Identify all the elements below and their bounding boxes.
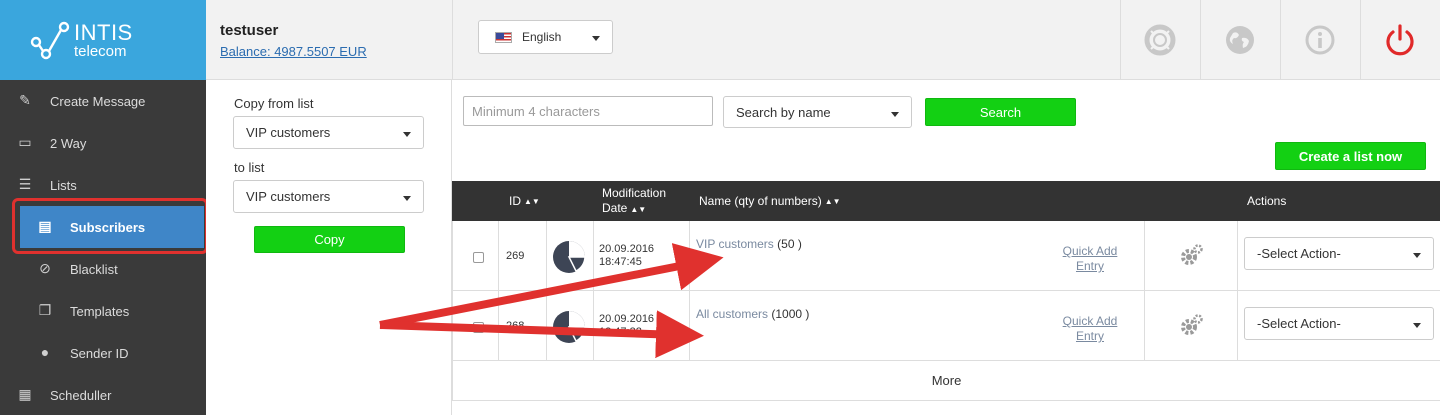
- row-action-select[interactable]: -Select Action-: [1244, 307, 1434, 340]
- inbox-icon: ▭: [18, 134, 32, 150]
- language-select[interactable]: English: [478, 20, 613, 54]
- row-time: 18:47:32: [599, 326, 642, 338]
- logo-mark-icon: [30, 21, 70, 60]
- sort-icon: ▲▼: [524, 196, 540, 206]
- copy-button[interactable]: Copy: [254, 226, 405, 253]
- chevron-down-icon: [403, 196, 411, 201]
- chevron-down-icon: [592, 36, 600, 41]
- column-header-actions: Actions: [1247, 194, 1287, 208]
- quick-add-entry-link[interactable]: Quick Add Entry: [1060, 314, 1120, 344]
- more-button[interactable]: More: [452, 361, 1440, 401]
- balance-link[interactable]: Balance: 4987.5507 EUR: [220, 44, 367, 59]
- pie-chart-icon[interactable]: [552, 240, 586, 274]
- copy-icon: ❐: [38, 302, 52, 318]
- logo-text-telecom: telecom: [74, 42, 127, 60]
- row-date: 20.09.2016: [599, 313, 655, 325]
- sort-icon: ▲▼: [630, 204, 647, 214]
- calendar-icon: ▦: [18, 386, 32, 402]
- lists-table: ID ▲▼ Modification Date ▲▼ Name (qty of nu…: [452, 181, 1440, 401]
- row-action-select[interactable]: -Select Action-: [1244, 237, 1434, 270]
- globe-icon: [1226, 26, 1254, 54]
- column-header-modification-date[interactable]: Modification Date ▲▼: [602, 181, 666, 221]
- sidebar-item-sender-id[interactable]: ● Sender ID: [0, 332, 206, 374]
- search-button[interactable]: Search: [925, 98, 1076, 126]
- to-list-label: to list: [234, 160, 265, 175]
- gear-icon[interactable]: [1179, 313, 1203, 337]
- column-header-id[interactable]: ID ▲▼: [509, 181, 540, 221]
- info-button[interactable]: [1280, 0, 1360, 80]
- sidebar-item-2-way[interactable]: ▭ 2 Way: [0, 122, 206, 164]
- row-id: 269: [506, 250, 525, 262]
- logo[interactable]: INTIS telecom: [0, 0, 206, 80]
- create-list-button[interactable]: Create a list now: [1275, 142, 1426, 170]
- row-time: 18:47:45: [599, 256, 642, 268]
- search-input[interactable]: Minimum 4 characters: [463, 96, 713, 126]
- info-icon: [1305, 25, 1335, 55]
- list-icon: ☰: [18, 176, 32, 192]
- sidebar-item-blacklist[interactable]: ⊘ Blacklist: [0, 248, 206, 290]
- row-date: 20.09.2016: [599, 243, 655, 255]
- chevron-down-icon: [403, 132, 411, 137]
- list-qty: (50 ): [777, 237, 802, 251]
- list-name-link[interactable]: VIP customers: [696, 237, 774, 251]
- top-bar: testuser Balance: 4987.5507 EUR English: [206, 0, 1440, 80]
- copy-panel: Copy from list VIP customers to list VIP…: [206, 80, 452, 415]
- logout-button[interactable]: [1360, 0, 1440, 80]
- language-value: English: [522, 30, 562, 44]
- table-header: ID ▲▼ Modification Date ▲▼ Name (qty of nu…: [452, 181, 1440, 221]
- chevron-down-icon: [1413, 253, 1421, 258]
- sidebar-item-templates[interactable]: ❐ Templates: [0, 290, 206, 332]
- column-header-name[interactable]: Name (qty of numbers) ▲▼: [699, 181, 841, 221]
- copy-to-select[interactable]: VIP customers: [233, 180, 424, 213]
- subscribers-highlight-annotation: [12, 198, 208, 254]
- main-content: Minimum 4 characters Search by name Sear…: [452, 80, 1440, 415]
- us-flag-icon: [495, 31, 512, 43]
- lifebuoy-icon: [1144, 24, 1176, 56]
- support-button[interactable]: [1120, 0, 1200, 80]
- pencil-icon: ✎: [19, 92, 31, 108]
- app-root: INTIS telecom testuser Balance: 4987.550…: [0, 0, 1440, 415]
- row-id: 268: [506, 320, 525, 332]
- table-row: 269 20.09.2016 18:47:45 VIP customers (5…: [452, 221, 1440, 291]
- table-row: 268 20.09.2016 18:47:32 All customers (1…: [452, 291, 1440, 361]
- copy-from-label: Copy from list: [234, 96, 314, 111]
- gear-icon[interactable]: [1179, 243, 1203, 267]
- divider: [452, 0, 453, 80]
- list-name-link[interactable]: All customers: [696, 307, 768, 321]
- power-icon: [1386, 24, 1414, 56]
- logo-text-intis: INTIS: [74, 19, 133, 45]
- chevron-down-icon: [1413, 323, 1421, 328]
- username: testuser: [220, 22, 279, 39]
- search-mode-select[interactable]: Search by name: [723, 96, 912, 128]
- user-info: testuser Balance: 4987.5507 EUR: [220, 22, 367, 59]
- ban-icon: ⊘: [39, 260, 51, 276]
- sidebar-item-create-message[interactable]: ✎ Create Message: [0, 80, 206, 122]
- sort-icon: ▲▼: [824, 196, 841, 206]
- row-checkbox[interactable]: [473, 322, 484, 333]
- row-checkbox[interactable]: [473, 252, 484, 263]
- user-icon: ●: [40, 344, 50, 360]
- chevron-down-icon: [891, 112, 899, 117]
- quick-add-entry-link[interactable]: Quick Add Entry: [1060, 244, 1120, 274]
- list-qty: (1000 ): [771, 307, 810, 321]
- sidebar-item-scheduller[interactable]: ▦ Scheduller: [0, 374, 206, 415]
- globe-button[interactable]: [1200, 0, 1280, 80]
- copy-from-select[interactable]: VIP customers: [233, 116, 424, 149]
- pie-chart-icon[interactable]: [552, 310, 586, 344]
